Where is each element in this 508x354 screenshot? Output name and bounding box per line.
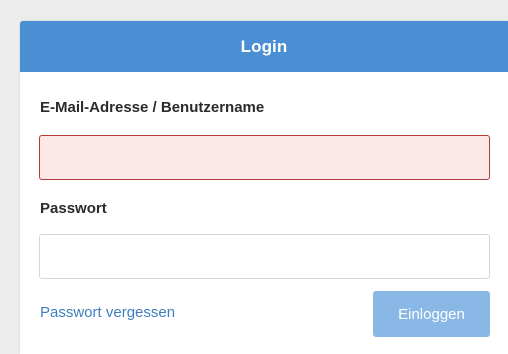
forgot-password-link[interactable]: Passwort vergessen	[40, 304, 175, 321]
password-field[interactable]	[39, 234, 490, 279]
page: Login E-Mail-Adresse / Benutzername Pass…	[0, 0, 508, 354]
login-card: Login E-Mail-Adresse / Benutzername Pass…	[20, 21, 508, 354]
login-button[interactable]: Einloggen	[373, 291, 490, 337]
email-label: E-Mail-Adresse / Benutzername	[40, 99, 265, 116]
email-field[interactable]	[39, 135, 490, 180]
password-label: Passwort	[40, 200, 107, 217]
login-header: Login	[20, 21, 508, 72]
login-title: Login	[240, 36, 288, 56]
